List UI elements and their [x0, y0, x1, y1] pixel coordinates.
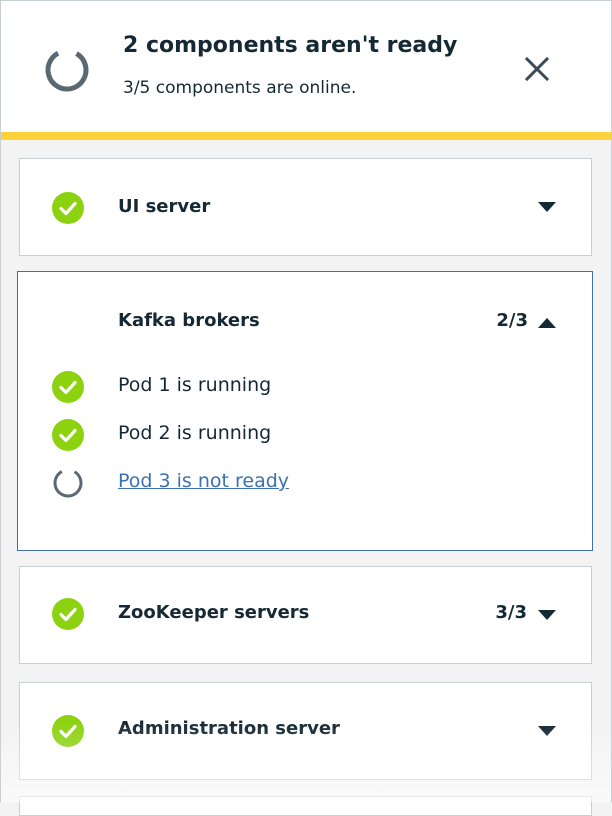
pod-row: Pod 3 is not ready	[18, 468, 592, 510]
component-card-zookeeper-servers[interactable]: ZooKeeper servers 3/3	[19, 566, 592, 664]
panel-subtitle: 3/5 components are online.	[123, 78, 357, 98]
chevron-up-icon[interactable]	[538, 318, 556, 328]
checkmark-circle-icon	[52, 192, 84, 224]
pod-row: Pod 2 is running	[18, 419, 592, 462]
loading-spinner-icon	[53, 468, 83, 498]
loading-spinner-icon	[45, 48, 89, 92]
pod-status-link[interactable]: Pod 3 is not ready	[118, 470, 289, 492]
status-panel: 2 components aren't ready 3/5 components…	[0, 0, 612, 816]
chevron-down-icon[interactable]	[538, 610, 556, 620]
component-count: 3/3	[495, 602, 527, 623]
component-name: Kafka brokers	[118, 310, 260, 331]
checkmark-circle-icon	[52, 419, 84, 451]
chevron-down-icon[interactable]	[538, 726, 556, 736]
warning-status-bar	[1, 132, 611, 140]
checkmark-circle-icon	[52, 715, 84, 747]
pod-row: Pod 1 is running	[18, 371, 592, 414]
panel-title: 2 components aren't ready	[123, 33, 458, 58]
component-name: ZooKeeper servers	[118, 602, 310, 623]
checkmark-circle-icon	[52, 371, 84, 403]
component-card-next	[19, 796, 592, 816]
close-icon[interactable]	[521, 53, 553, 85]
component-count: 2/3	[496, 310, 528, 331]
checkmark-circle-icon	[52, 598, 84, 630]
panel-header: 2 components aren't ready 3/5 components…	[1, 0, 611, 140]
component-card-kafka-brokers[interactable]: Kafka brokers 2/3 Pod 1 is running Pod 2…	[17, 271, 593, 551]
chevron-down-icon[interactable]	[538, 202, 556, 212]
component-name: UI server	[118, 196, 211, 217]
component-card-administration-server[interactable]: Administration server	[19, 682, 592, 780]
component-name: Administration server	[118, 718, 340, 739]
pod-status-label: Pod 2 is running	[118, 422, 272, 444]
component-card-ui-server[interactable]: UI server	[19, 158, 592, 256]
pod-status-label: Pod 1 is running	[118, 374, 272, 396]
